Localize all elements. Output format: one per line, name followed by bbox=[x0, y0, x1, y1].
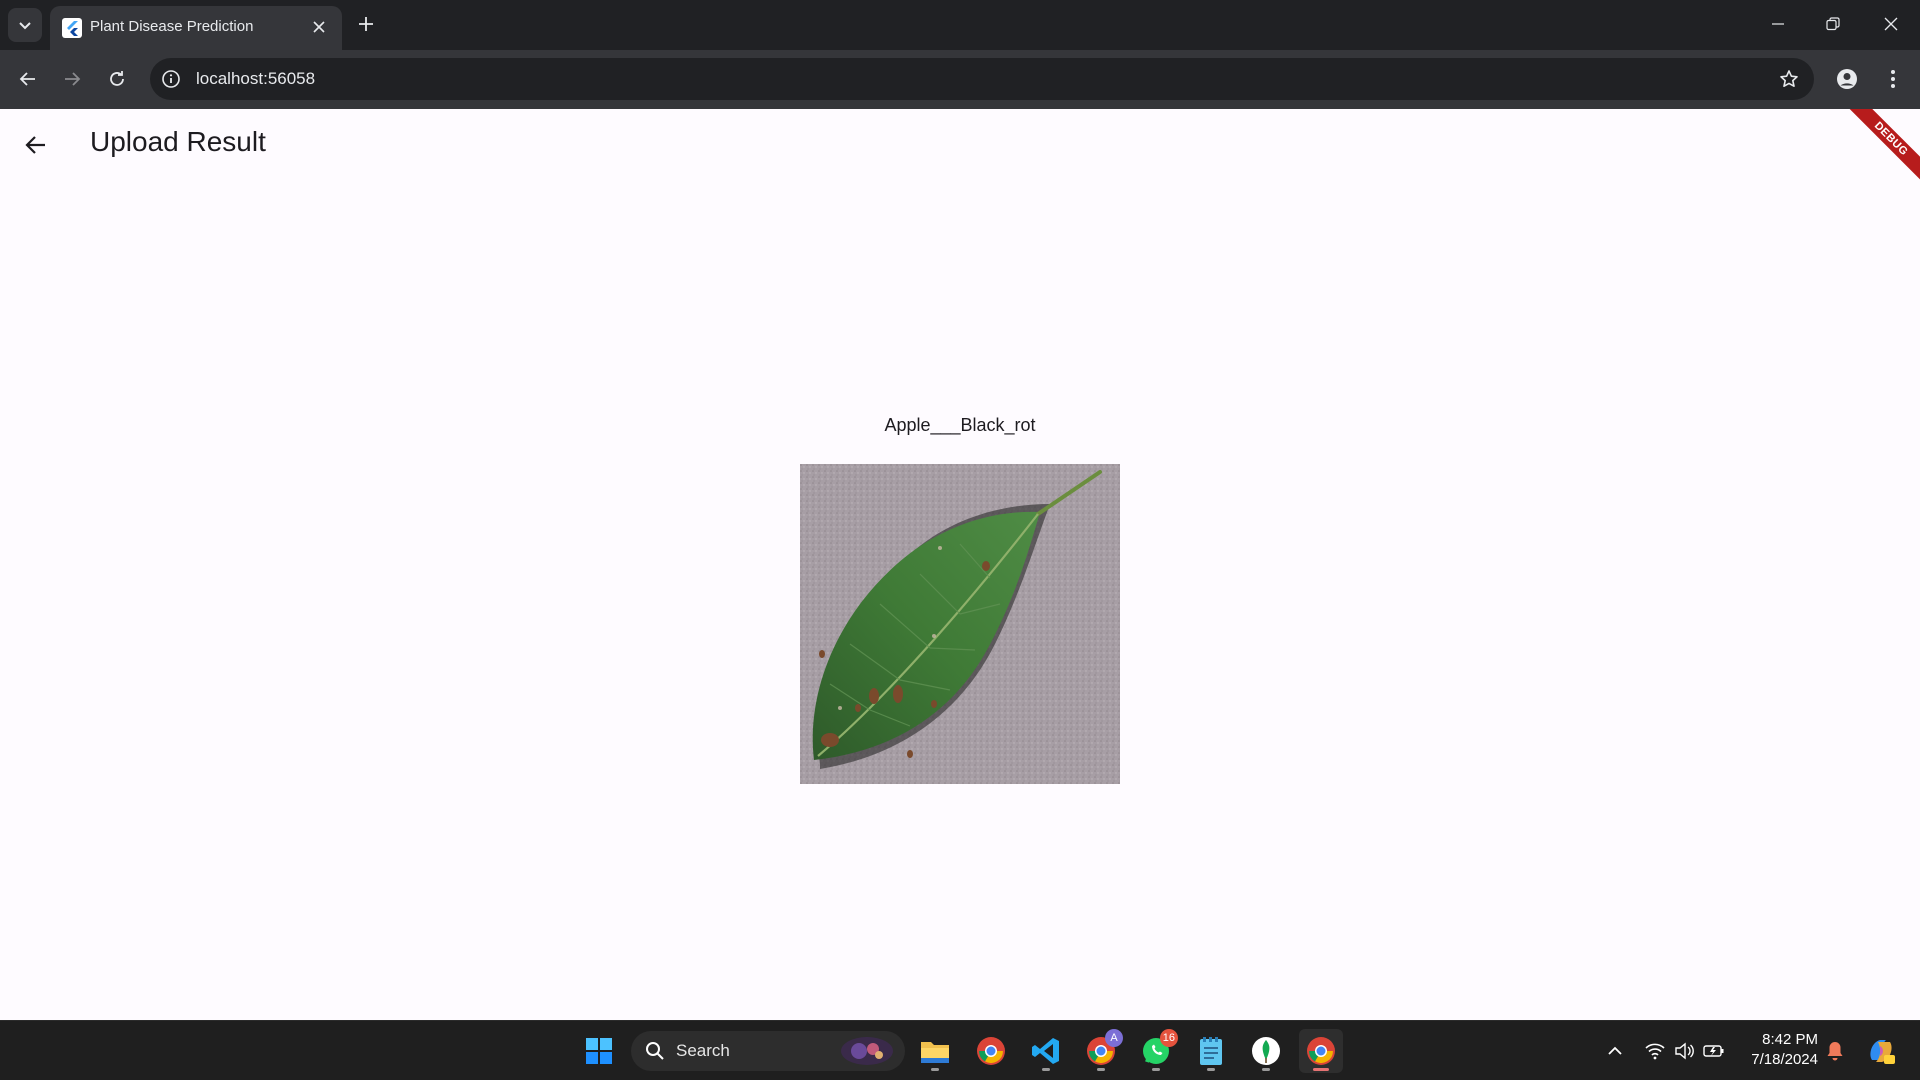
taskbar-notepad[interactable] bbox=[1189, 1029, 1233, 1073]
close-window-button[interactable] bbox=[1871, 8, 1911, 40]
chrome-active-icon bbox=[1307, 1037, 1335, 1065]
volume-icon bbox=[1675, 1042, 1694, 1060]
copilot-button[interactable] bbox=[1865, 1035, 1897, 1067]
browser-toolbar: localhost:56058 bbox=[0, 50, 1920, 109]
taskbar-chrome-profile[interactable]: A bbox=[1079, 1029, 1123, 1073]
tab-search-button[interactable] bbox=[8, 8, 42, 42]
search-highlight-icon bbox=[841, 1037, 893, 1065]
running-indicator bbox=[1152, 1068, 1160, 1071]
star-icon bbox=[1780, 70, 1798, 87]
tab-title: Plant Disease Prediction bbox=[90, 18, 254, 35]
battery-charging-icon bbox=[1703, 1045, 1724, 1057]
plus-icon bbox=[359, 17, 373, 31]
debug-banner: DEBUG bbox=[1832, 109, 1920, 198]
minimize-button[interactable] bbox=[1758, 8, 1798, 40]
taskbar-search-label: Search bbox=[676, 1041, 730, 1060]
bookmark-button[interactable] bbox=[1778, 68, 1800, 90]
minimize-icon bbox=[1772, 23, 1784, 25]
taskbar-chrome-active[interactable] bbox=[1299, 1029, 1343, 1073]
vscode-icon bbox=[1032, 1038, 1059, 1064]
more-vertical-icon bbox=[1891, 70, 1895, 88]
flutter-favicon-icon bbox=[62, 18, 82, 38]
address-bar[interactable]: localhost:56058 bbox=[150, 58, 1814, 100]
network-button[interactable] bbox=[1643, 1039, 1667, 1063]
start-button[interactable] bbox=[577, 1029, 621, 1073]
back-button[interactable] bbox=[10, 61, 46, 97]
arrow-left-icon bbox=[19, 72, 35, 86]
forward-button[interactable] bbox=[54, 61, 90, 97]
close-icon bbox=[1884, 17, 1898, 31]
page-title: Upload Result bbox=[90, 126, 266, 157]
file-explorer-icon bbox=[921, 1042, 949, 1063]
profile-badge: A bbox=[1105, 1029, 1123, 1047]
tab-close-button[interactable] bbox=[308, 16, 330, 38]
uploaded-leaf-image bbox=[800, 464, 1120, 784]
account-icon bbox=[1837, 69, 1857, 89]
arrow-back-icon bbox=[25, 136, 45, 154]
search-icon bbox=[646, 1042, 664, 1060]
running-indicator bbox=[931, 1068, 939, 1071]
notification-count-badge: 16 bbox=[1159, 1029, 1178, 1047]
taskbar-file-explorer[interactable] bbox=[913, 1029, 957, 1073]
windows-start-icon bbox=[586, 1038, 612, 1064]
new-tab-button[interactable] bbox=[352, 10, 380, 38]
show-hidden-icons-button[interactable] bbox=[1603, 1039, 1627, 1063]
copilot-icon bbox=[1870, 1040, 1895, 1064]
running-indicator bbox=[1097, 1068, 1105, 1071]
clock-time: 8:42 PM bbox=[1762, 1031, 1818, 1048]
reload-icon bbox=[110, 71, 124, 86]
info-icon bbox=[162, 70, 180, 88]
app-viewport: Upload Result DEBUG Apple___Black_rot bbox=[0, 109, 1920, 1020]
bell-icon bbox=[1827, 1042, 1843, 1061]
restore-icon bbox=[1826, 17, 1840, 31]
close-icon bbox=[313, 21, 325, 33]
browser-tab[interactable]: Plant Disease Prediction bbox=[50, 6, 342, 50]
notepad-icon bbox=[1200, 1037, 1222, 1065]
chrome-icon bbox=[977, 1037, 1005, 1065]
taskbar-clock[interactable]: 8:42 PM 7/18/2024 bbox=[1736, 1030, 1818, 1070]
active-indicator bbox=[1313, 1068, 1329, 1071]
volume-button[interactable] bbox=[1672, 1039, 1696, 1063]
prediction-label: Apple___Black_rot bbox=[884, 415, 1036, 435]
wifi-icon bbox=[1645, 1043, 1665, 1060]
running-indicator bbox=[1207, 1068, 1215, 1071]
taskbar-chrome-canary[interactable] bbox=[969, 1029, 1013, 1073]
mongodb-compass-icon bbox=[1252, 1037, 1280, 1065]
running-indicator bbox=[1262, 1068, 1270, 1071]
taskbar-vscode[interactable] bbox=[1024, 1029, 1068, 1073]
menu-button[interactable] bbox=[1875, 61, 1911, 97]
profile-button[interactable] bbox=[1829, 61, 1865, 97]
running-indicator bbox=[1042, 1068, 1050, 1071]
windows-taskbar: Search A 16 8:42 PM 7/18/2024 bbox=[0, 1020, 1920, 1080]
browser-tab-strip: Plant Disease Prediction bbox=[0, 0, 1920, 50]
clock-date: 7/18/2024 bbox=[1751, 1051, 1818, 1068]
site-info-button[interactable] bbox=[160, 68, 182, 90]
arrow-right-icon bbox=[65, 72, 81, 86]
app-back-button[interactable] bbox=[16, 125, 56, 165]
restore-button[interactable] bbox=[1813, 8, 1853, 40]
taskbar-whatsapp[interactable]: 16 bbox=[1134, 1029, 1178, 1073]
taskbar-search-box[interactable]: Search bbox=[631, 1031, 905, 1071]
url-text[interactable]: localhost:56058 bbox=[196, 69, 315, 89]
chevron-down-icon bbox=[19, 22, 31, 30]
reload-button[interactable] bbox=[99, 61, 135, 97]
taskbar-mongodb-compass[interactable] bbox=[1244, 1029, 1288, 1073]
battery-button[interactable] bbox=[1702, 1039, 1726, 1063]
chevron-up-icon bbox=[1608, 1046, 1622, 1055]
notifications-button[interactable] bbox=[1823, 1039, 1847, 1063]
